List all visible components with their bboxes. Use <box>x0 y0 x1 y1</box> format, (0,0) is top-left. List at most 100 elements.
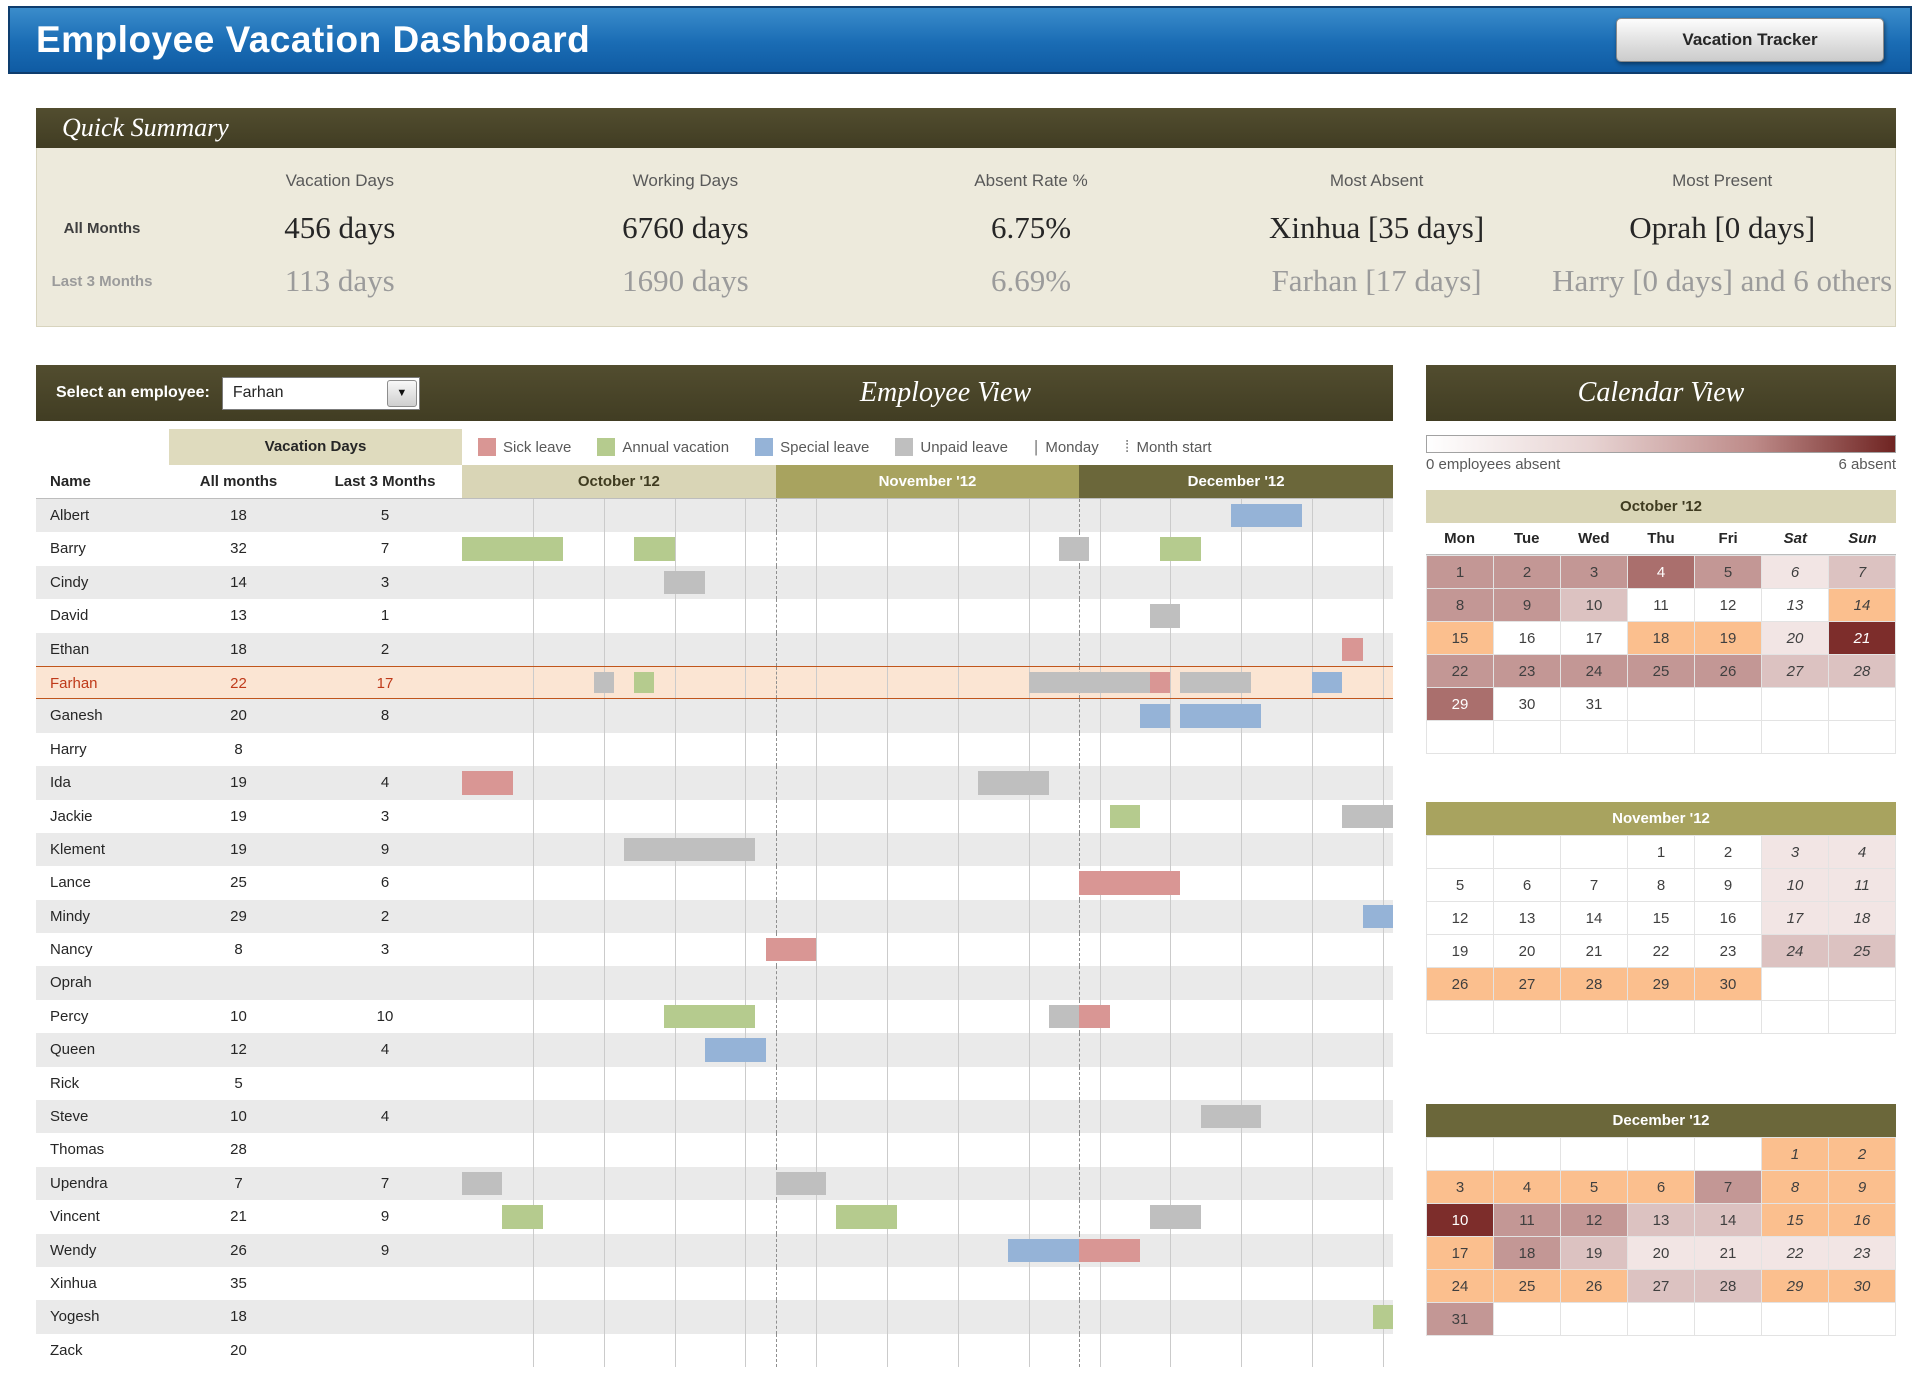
monday-gridline <box>1100 599 1101 632</box>
employee-row: Thomas28 <box>36 1133 1393 1166</box>
monday-gridline <box>1383 633 1384 666</box>
employee-all-months: 19 <box>169 766 308 799</box>
calendar-day: 5 <box>1427 869 1494 902</box>
leave-block-unpaid <box>1029 672 1150 693</box>
monday-gridline <box>1312 633 1313 666</box>
monday-gridline <box>1312 699 1313 732</box>
monday-gridline <box>675 766 676 799</box>
employee-all-months: 26 <box>169 1234 308 1267</box>
monday-gridline <box>1383 699 1384 732</box>
calendar-day: 3 <box>1427 1171 1494 1204</box>
calendar-empty-cell <box>1762 1303 1829 1336</box>
calendar-empty-cell <box>1561 1138 1628 1171</box>
monday-gridline <box>1383 1100 1384 1133</box>
monday-gridline <box>675 599 676 632</box>
month-start-gridline <box>776 1234 777 1267</box>
calendar-empty-cell <box>1561 836 1628 869</box>
monday-gridline <box>1241 1133 1242 1166</box>
monday-gridline <box>887 1000 888 1033</box>
employee-last3 <box>308 966 462 999</box>
leave-block-sick <box>1342 638 1362 661</box>
employee-row: Farhan2217 <box>36 666 1393 699</box>
month-start-gridline <box>776 1100 777 1133</box>
monday-gridline <box>604 1334 605 1367</box>
calendar-empty-cell <box>1762 688 1829 721</box>
employee-name: Ganesh <box>36 699 169 732</box>
monday-gridline <box>816 900 817 933</box>
leave-block-special <box>1140 704 1170 727</box>
summary-value: 456 days <box>167 210 513 246</box>
leave-block-sick <box>1079 1005 1109 1028</box>
monday-gridline <box>887 1300 888 1333</box>
calendar-day: 24 <box>1561 655 1628 688</box>
employee-row: Cindy143 <box>36 566 1393 599</box>
monday-gridline <box>1312 1000 1313 1033</box>
monday-gridline <box>1029 1334 1030 1367</box>
summary-row-label: Last 3 Months <box>37 273 167 290</box>
monday-gridline <box>958 1167 959 1200</box>
monday-gridline <box>675 633 676 666</box>
calendar-month: December '121234567891011121314151617181… <box>1426 1104 1896 1336</box>
leave-block-unpaid <box>1180 672 1251 693</box>
monday-gridline <box>604 1133 605 1166</box>
monday-gridline <box>1029 966 1030 999</box>
employee-last3: 4 <box>308 766 462 799</box>
monday-gridline <box>533 800 534 833</box>
employee-timeline <box>462 1100 1393 1133</box>
monday-gridline <box>745 633 746 666</box>
monday-gridline <box>958 633 959 666</box>
month-start-gridline <box>776 1334 777 1367</box>
monday-gridline <box>1383 966 1384 999</box>
monday-gridline <box>675 800 676 833</box>
leave-block-unpaid <box>1049 1005 1079 1028</box>
monday-gridline <box>958 933 959 966</box>
monday-gridline <box>533 900 534 933</box>
employee-select[interactable]: Farhan ▼ <box>222 377 420 410</box>
calendar-day: 25 <box>1829 935 1896 968</box>
employee-last3: 4 <box>308 1033 462 1066</box>
employee-last3 <box>308 733 462 766</box>
monday-gridline <box>1029 1033 1030 1066</box>
monday-gridline <box>1170 1300 1171 1333</box>
monday-gridline <box>1312 1133 1313 1166</box>
calendar-day: 9 <box>1695 869 1762 902</box>
employee-timeline <box>462 766 1393 799</box>
calendar-day: 10 <box>1561 589 1628 622</box>
line-marker-icon: ⁞ <box>1125 437 1130 457</box>
monday-gridline <box>958 1300 959 1333</box>
monday-gridline <box>1312 1167 1313 1200</box>
calendar-day: 2 <box>1829 1138 1896 1171</box>
monday-gridline <box>958 1234 959 1267</box>
monday-gridline <box>816 1334 817 1367</box>
monday-gridline <box>1170 1267 1171 1300</box>
calendar-empty-cell <box>1695 1303 1762 1336</box>
monday-gridline <box>816 1234 817 1267</box>
monday-gridline <box>1029 933 1030 966</box>
chevron-down-icon[interactable]: ▼ <box>387 380 417 407</box>
monday-gridline <box>675 1267 676 1300</box>
employee-row: Lance256 <box>36 866 1393 899</box>
employee-name: Mindy <box>36 900 169 933</box>
legend-annual-label: Annual vacation <box>622 439 729 456</box>
monday-gridline <box>1241 1067 1242 1100</box>
employee-name: Ida <box>36 766 169 799</box>
month-start-gridline <box>776 1200 777 1233</box>
legend-line-monday: |Monday <box>1034 437 1099 457</box>
calendar-empty-cell <box>1628 688 1695 721</box>
leave-block-special <box>1180 704 1261 727</box>
monday-gridline <box>1100 1267 1101 1300</box>
leave-block-annual <box>664 1005 755 1028</box>
employee-timeline <box>462 1000 1393 1033</box>
calendar-day: 21 <box>1829 622 1896 655</box>
employee-last3: 9 <box>308 1234 462 1267</box>
leave-block-unpaid <box>594 672 614 693</box>
legend-special: Special leave <box>755 438 869 456</box>
employee-name: Queen <box>36 1033 169 1066</box>
employee-last3: 17 <box>308 667 462 698</box>
leave-block-unpaid <box>1150 604 1180 627</box>
vacation-tracker-button[interactable]: Vacation Tracker <box>1616 18 1884 62</box>
summary-value: Oprah [0 days] <box>1549 210 1895 246</box>
monday-gridline <box>816 1000 817 1033</box>
calendar-day-header: Wed <box>1560 523 1627 555</box>
summary-column-header: Vacation Days <box>167 171 513 191</box>
